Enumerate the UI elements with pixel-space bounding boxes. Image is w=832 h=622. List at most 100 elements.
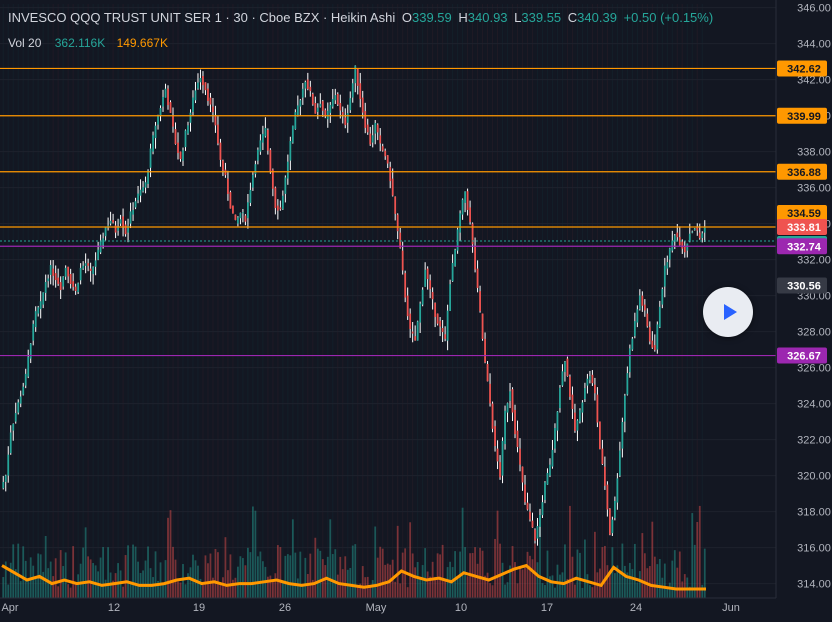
candle-body (561, 371, 564, 386)
volume-bar (678, 551, 681, 598)
candle-body (311, 94, 314, 105)
candle-body (251, 174, 254, 188)
candle-body (564, 361, 566, 373)
volume-bar (461, 507, 464, 598)
candle-body (696, 227, 699, 231)
price-tick-label: 318.00 (797, 507, 831, 519)
volume-bar (638, 571, 641, 598)
volume-bar (486, 572, 489, 598)
volume-bar (504, 584, 506, 598)
volume-bar (82, 547, 85, 598)
volume-bar (546, 550, 549, 598)
candle-body (636, 309, 639, 323)
candle-body (464, 191, 466, 203)
candle-body (429, 280, 432, 290)
volume-value: 362.116K (54, 36, 106, 50)
candle-body (234, 214, 237, 221)
candle-body (222, 160, 224, 171)
volume-bar (152, 577, 154, 598)
volume-bar (636, 582, 639, 598)
volume-bar (296, 578, 299, 598)
candle-body (264, 127, 267, 137)
candle-body (481, 313, 484, 339)
volume-bar (284, 555, 287, 598)
candle-body (401, 250, 404, 271)
candle-body (152, 135, 154, 152)
candle-body (556, 411, 559, 431)
candle-body (92, 267, 95, 274)
candle-body (601, 448, 604, 465)
candle-body (349, 98, 352, 111)
candle-body (82, 265, 85, 269)
candle-body (436, 313, 439, 324)
candle-body (451, 262, 454, 282)
candle-body (361, 97, 364, 113)
price-tick-label: 338.00 (797, 147, 831, 159)
volume-bar (102, 547, 105, 598)
volume-bar (576, 549, 579, 598)
volume-bar (476, 563, 479, 598)
volume-bar (524, 567, 526, 598)
candle-body (426, 268, 429, 280)
candle-body (494, 426, 496, 447)
candle-body (207, 88, 209, 101)
candle-body (663, 265, 666, 287)
symbol-title[interactable]: INVESCO QQQ TRUST UNIT SER 1 · 30 · Cboe… (8, 10, 395, 25)
volume-bar (124, 555, 127, 598)
change-value: +0.50 (+0.15%) (623, 10, 714, 25)
candle-body (242, 212, 244, 214)
time-tick-label: Apr (1, 602, 18, 614)
candle-body (491, 403, 494, 429)
candle-body (341, 112, 344, 115)
candle-body (4, 475, 7, 482)
volume-bar (631, 569, 634, 598)
time-axis[interactable] (0, 598, 832, 622)
volume-bar (376, 557, 379, 598)
candle-body (581, 402, 584, 413)
volume-bar (299, 551, 302, 598)
volume-bar (304, 557, 307, 598)
candle-body (269, 149, 272, 173)
candle-body (596, 394, 599, 423)
volume-bar (172, 546, 174, 598)
candle-body (626, 373, 629, 395)
replay-play-button[interactable] (703, 287, 753, 337)
volume-label[interactable]: Vol 20 (8, 36, 41, 50)
candle-body (391, 178, 394, 196)
candle-body (279, 207, 282, 210)
candle-body (608, 508, 611, 535)
candle-body (351, 83, 354, 98)
volume-bar (189, 567, 192, 598)
volume-bar (641, 533, 644, 598)
candle-body (109, 220, 112, 224)
candle-body (559, 387, 561, 409)
candle-body (224, 169, 227, 176)
volume-bar (122, 586, 124, 598)
volume-bar (344, 556, 347, 598)
candle-body (399, 232, 402, 248)
candle-body (177, 142, 179, 154)
candle-body (182, 150, 184, 161)
candle-body (52, 268, 55, 276)
volume-bar (184, 584, 187, 598)
volume-bar (52, 576, 55, 598)
candle-body (142, 187, 144, 192)
volume-bar (446, 567, 449, 598)
candle-body (404, 273, 407, 298)
candle-body (579, 410, 581, 422)
volume-bar (204, 555, 207, 598)
candle-body (159, 107, 162, 116)
volume-bar (159, 562, 162, 598)
volume-bar (628, 562, 631, 598)
volume-bar (564, 544, 566, 598)
candle-body (389, 166, 392, 182)
candle-body (286, 161, 289, 179)
volume-bar (281, 582, 284, 598)
candle-body (651, 340, 654, 348)
volume-bar (526, 551, 529, 598)
candle-body (396, 214, 399, 232)
volume-bar (7, 584, 10, 598)
volume-bar (132, 544, 134, 598)
volume-bar (104, 579, 107, 598)
volume-bar (416, 562, 419, 598)
